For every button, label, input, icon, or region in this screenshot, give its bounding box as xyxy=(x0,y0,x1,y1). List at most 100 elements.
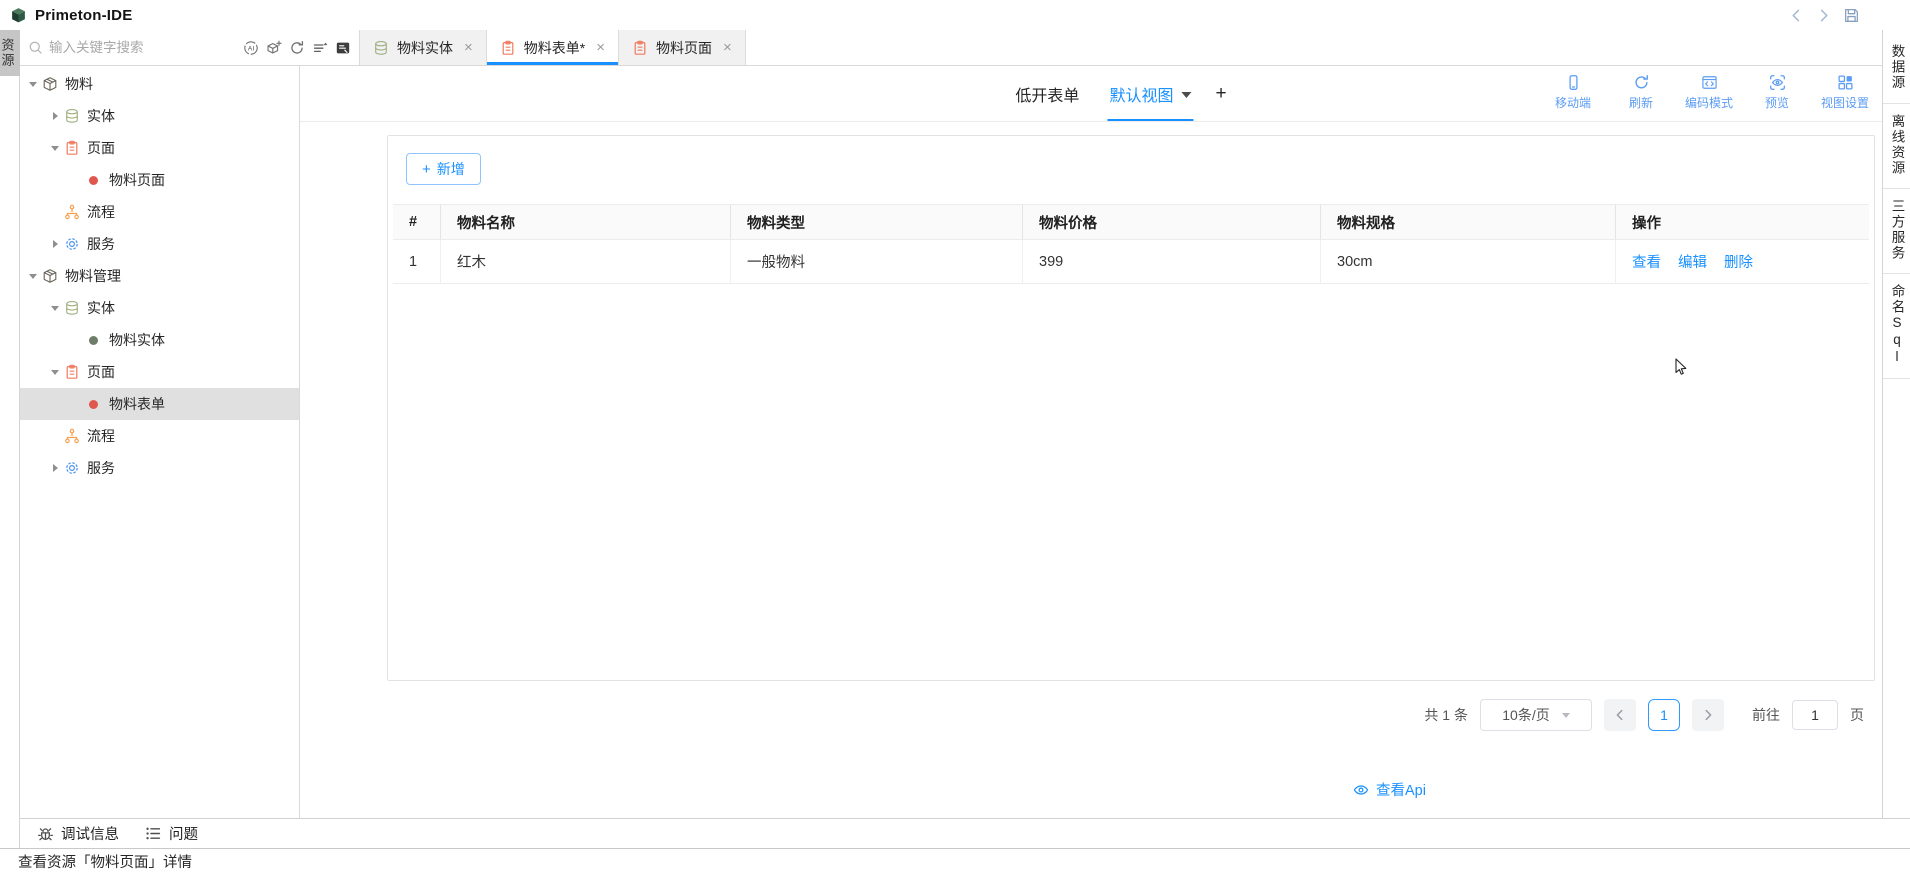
tree-indent-spacer xyxy=(69,396,85,412)
toolbar-mobile-button[interactable]: 移动端 xyxy=(1542,74,1604,111)
close-icon[interactable]: × xyxy=(464,39,473,56)
chevron-down-icon[interactable] xyxy=(47,300,63,316)
tree-item-label: 物料页面 xyxy=(109,170,165,190)
tree-item-label: 实体 xyxy=(87,106,115,126)
tree-item[interactable]: 服务 xyxy=(20,452,299,484)
tree-item[interactable]: 服务 xyxy=(20,228,299,260)
add-row-button[interactable]: + 新增 xyxy=(406,153,481,185)
prev-page-button[interactable] xyxy=(1604,699,1636,731)
close-icon[interactable]: × xyxy=(723,39,732,56)
column-header: 物料规格 xyxy=(1321,205,1616,239)
refresh-icon xyxy=(289,40,305,56)
goto-page-input[interactable] xyxy=(1792,700,1838,730)
tree-item-label: 页面 xyxy=(87,362,115,382)
tree-item-label: 服务 xyxy=(87,458,115,478)
chevron-down-icon[interactable] xyxy=(25,76,41,92)
bottom-panel-tab[interactable]: 问题 xyxy=(145,823,198,844)
next-page-button[interactable] xyxy=(1692,699,1724,731)
row-action-link[interactable]: 删除 xyxy=(1724,251,1753,272)
tree-item[interactable]: 实体 xyxy=(20,292,299,324)
search-input[interactable] xyxy=(49,40,237,55)
tree-item-label: 物料实体 xyxy=(109,330,165,350)
plus-icon: + xyxy=(422,162,431,177)
chevron-right-icon[interactable] xyxy=(47,108,63,124)
tree-item-label: 服务 xyxy=(87,234,115,254)
status-bar: 查看资源「物料页面」详情 xyxy=(0,848,1910,874)
doc-tab[interactable]: 物料页面× xyxy=(619,30,746,65)
database-icon xyxy=(373,40,389,56)
table-cell: 1 xyxy=(393,240,441,283)
right-strip-tab[interactable]: 命名Sql xyxy=(1883,274,1910,379)
chevron-down-icon[interactable] xyxy=(47,140,63,156)
page-size-select[interactable]: 10条/页 xyxy=(1480,699,1592,731)
chevron-right-icon[interactable] xyxy=(47,460,63,476)
view-tabs: 低开表单 默认视图 + xyxy=(1015,66,1226,121)
right-strip-tab[interactable]: 数据源 xyxy=(1883,34,1910,104)
ai-button[interactable]: AI xyxy=(243,40,259,56)
nav-back-icon[interactable] xyxy=(1789,8,1804,23)
flow-icon xyxy=(64,428,80,444)
sort-list-button[interactable] xyxy=(312,40,328,56)
add-view-button[interactable]: + xyxy=(1215,83,1226,105)
toolbar-code-button[interactable]: 编码模式 xyxy=(1678,74,1740,111)
chevron-down-icon[interactable] xyxy=(47,364,63,380)
tree-item[interactable]: 物料管理 xyxy=(20,260,299,292)
toolbar-preview-button[interactable]: 预览 xyxy=(1746,74,1808,111)
database-icon xyxy=(64,300,80,316)
right-strip-tab[interactable]: 离线资源 xyxy=(1883,104,1910,189)
tree-item-label: 流程 xyxy=(87,202,115,222)
preview-icon xyxy=(1769,74,1786,91)
add-model-icon xyxy=(266,40,282,56)
view-tab[interactable]: 低开表单 xyxy=(1015,66,1079,121)
tree-indent-spacer xyxy=(47,204,63,220)
toolbar-button-label: 移动端 xyxy=(1555,94,1591,111)
right-strip-tab[interactable]: 三方服务 xyxy=(1883,189,1910,274)
panel-toggle-icon xyxy=(335,40,351,56)
tree-item[interactable]: 页面 xyxy=(20,132,299,164)
tree-item[interactable]: 物料表单 xyxy=(20,388,299,420)
bottom-panel-tab[interactable]: 调试信息 xyxy=(37,823,119,844)
current-page-button[interactable]: 1 xyxy=(1648,699,1680,731)
nav-forward-icon[interactable] xyxy=(1816,8,1831,23)
bottom-panel-tab-label: 调试信息 xyxy=(61,823,119,844)
row-action-link[interactable]: 查看 xyxy=(1632,251,1661,272)
tree-item-label: 物料 xyxy=(65,74,93,94)
view-header: 低开表单 默认视图 + 移动端 刷新编码模式预览视图设置 xyxy=(300,66,1882,122)
doc-tab[interactable]: 物料表单*× xyxy=(487,30,619,65)
panel-toggle-button[interactable] xyxy=(335,40,351,56)
pagination-total: 共 1 条 xyxy=(1424,705,1468,725)
tree-indent-spacer xyxy=(69,332,85,348)
view-api-link[interactable]: 查看Api xyxy=(1353,779,1426,800)
data-table: #物料名称物料类型物料价格物料规格操作1红木一般物料39930cm查看编辑删除 xyxy=(393,204,1869,284)
tree-item[interactable]: 物料 xyxy=(20,68,299,100)
toolbar-refresh-blue-button[interactable]: 刷新 xyxy=(1610,74,1672,111)
left-strip-tab-resources[interactable]: 资源 xyxy=(0,30,20,76)
chevron-right-icon[interactable] xyxy=(47,236,63,252)
model-add-button[interactable] xyxy=(266,40,282,56)
tree-item[interactable]: 流程 xyxy=(20,420,299,452)
save-icon[interactable] xyxy=(1843,7,1860,24)
database-icon xyxy=(64,108,80,124)
tree-item-label: 物料管理 xyxy=(65,266,121,286)
app-window: Primeton-IDE 资源 AI 物料实体×物料表单*×物料页面× 物料实体… xyxy=(0,0,1910,874)
flow-icon xyxy=(64,204,80,220)
page-unit-label: 页 xyxy=(1850,705,1864,725)
view-tab[interactable]: 默认视图 xyxy=(1109,66,1191,121)
doc-tab[interactable]: 物料实体× xyxy=(360,30,487,65)
tree-item[interactable]: 物料页面 xyxy=(20,164,299,196)
toolbar-grid-button[interactable]: 视图设置 xyxy=(1814,74,1876,111)
chevron-down-icon[interactable] xyxy=(25,268,41,284)
row-action-link[interactable]: 编辑 xyxy=(1678,251,1707,272)
tree-item-label: 物料表单 xyxy=(109,394,165,414)
close-icon[interactable]: × xyxy=(596,39,605,56)
status-text: 查看资源「物料页面」详情 xyxy=(18,851,192,872)
tree-item[interactable]: 物料实体 xyxy=(20,324,299,356)
tree-item[interactable]: 页面 xyxy=(20,356,299,388)
chevron-down-icon[interactable] xyxy=(1181,92,1191,98)
refresh-button[interactable] xyxy=(289,40,305,56)
table-row[interactable]: 1红木一般物料39930cm查看编辑删除 xyxy=(393,240,1869,284)
gear-icon xyxy=(64,460,80,476)
view-tab-label: 默认视图 xyxy=(1109,82,1173,106)
tree-item[interactable]: 实体 xyxy=(20,100,299,132)
tree-item[interactable]: 流程 xyxy=(20,196,299,228)
